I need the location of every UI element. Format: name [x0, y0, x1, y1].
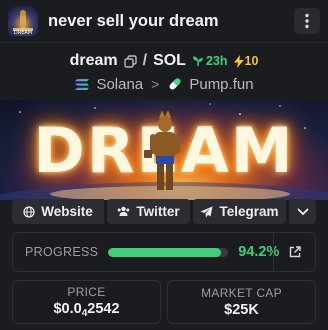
open-external-button[interactable]	[273, 233, 315, 271]
dex-name[interactable]: Pump.fun	[189, 76, 253, 93]
base-symbol: dream	[69, 52, 118, 69]
more-links-button[interactable]	[289, 199, 316, 224]
token-stats: PRICE $0.042542 MARKET CAP $25K	[12, 280, 316, 324]
market-cap-label: MARKET CAP	[201, 286, 282, 300]
price-prefix: $0.0	[53, 301, 82, 317]
seedling-icon	[192, 56, 203, 66]
pair-age-value: 23h	[205, 54, 228, 68]
progress-fill	[108, 247, 222, 257]
copy-address-icon[interactable]	[123, 54, 137, 68]
globe-icon	[23, 205, 35, 218]
price-stat: PRICE $0.042542	[12, 280, 161, 324]
svg-text:DREAM: DREAM	[14, 30, 32, 36]
lightning-icon	[233, 54, 244, 68]
wolf-figure-icon	[144, 110, 180, 190]
telegram-button[interactable]: Telegram	[193, 199, 286, 224]
token-detail-panel: DREAM never sell your dream dream / SOL	[0, 0, 328, 330]
pair-info: dream / SOL 23h 10	[0, 48, 328, 74]
price-label: PRICE	[67, 285, 106, 299]
price-digits: 2542	[87, 301, 120, 317]
external-link-icon	[289, 246, 301, 258]
header-divider	[0, 42, 328, 43]
progress-label: PROGRESS	[25, 245, 99, 259]
website-button[interactable]: Website	[12, 199, 104, 224]
token-header: DREAM never sell your dream	[0, 0, 328, 42]
more-vertical-icon	[305, 13, 309, 29]
token-avatar-icon: DREAM	[8, 6, 38, 36]
telegram-label: Telegram	[219, 204, 279, 219]
more-options-button[interactable]	[294, 8, 320, 34]
breadcrumb-chevron: >	[151, 76, 160, 92]
pill-icon	[169, 78, 181, 90]
chain-breadcrumb: Solana > Pump.fun	[0, 73, 328, 95]
solana-icon	[75, 78, 90, 90]
social-links: Website Twitter Telegram	[12, 199, 316, 224]
market-cap-stat: MARKET CAP $25K	[167, 280, 316, 324]
quote-symbol: SOL	[153, 52, 186, 69]
boost-count-value: 10	[244, 54, 259, 68]
boost-count[interactable]: 10	[233, 54, 259, 68]
token-banner: DREAM	[0, 100, 328, 200]
paper-plane-icon	[200, 206, 213, 217]
pair-age: 23h	[192, 54, 228, 68]
website-label: Website	[41, 204, 93, 219]
users-icon	[118, 206, 130, 216]
progress-track	[108, 247, 229, 257]
token-title: never sell your dream	[48, 11, 219, 30]
chevron-down-icon	[297, 208, 308, 215]
twitter-label: Twitter	[136, 204, 180, 219]
twitter-button[interactable]: Twitter	[107, 199, 190, 224]
chain-name[interactable]: Solana	[96, 76, 143, 93]
bonding-progress-card: PROGRESS 94.2%	[12, 232, 316, 272]
market-cap-value: $25K	[224, 302, 259, 318]
pair-separator: /	[142, 52, 148, 69]
price-value: $0.042542	[53, 301, 119, 319]
